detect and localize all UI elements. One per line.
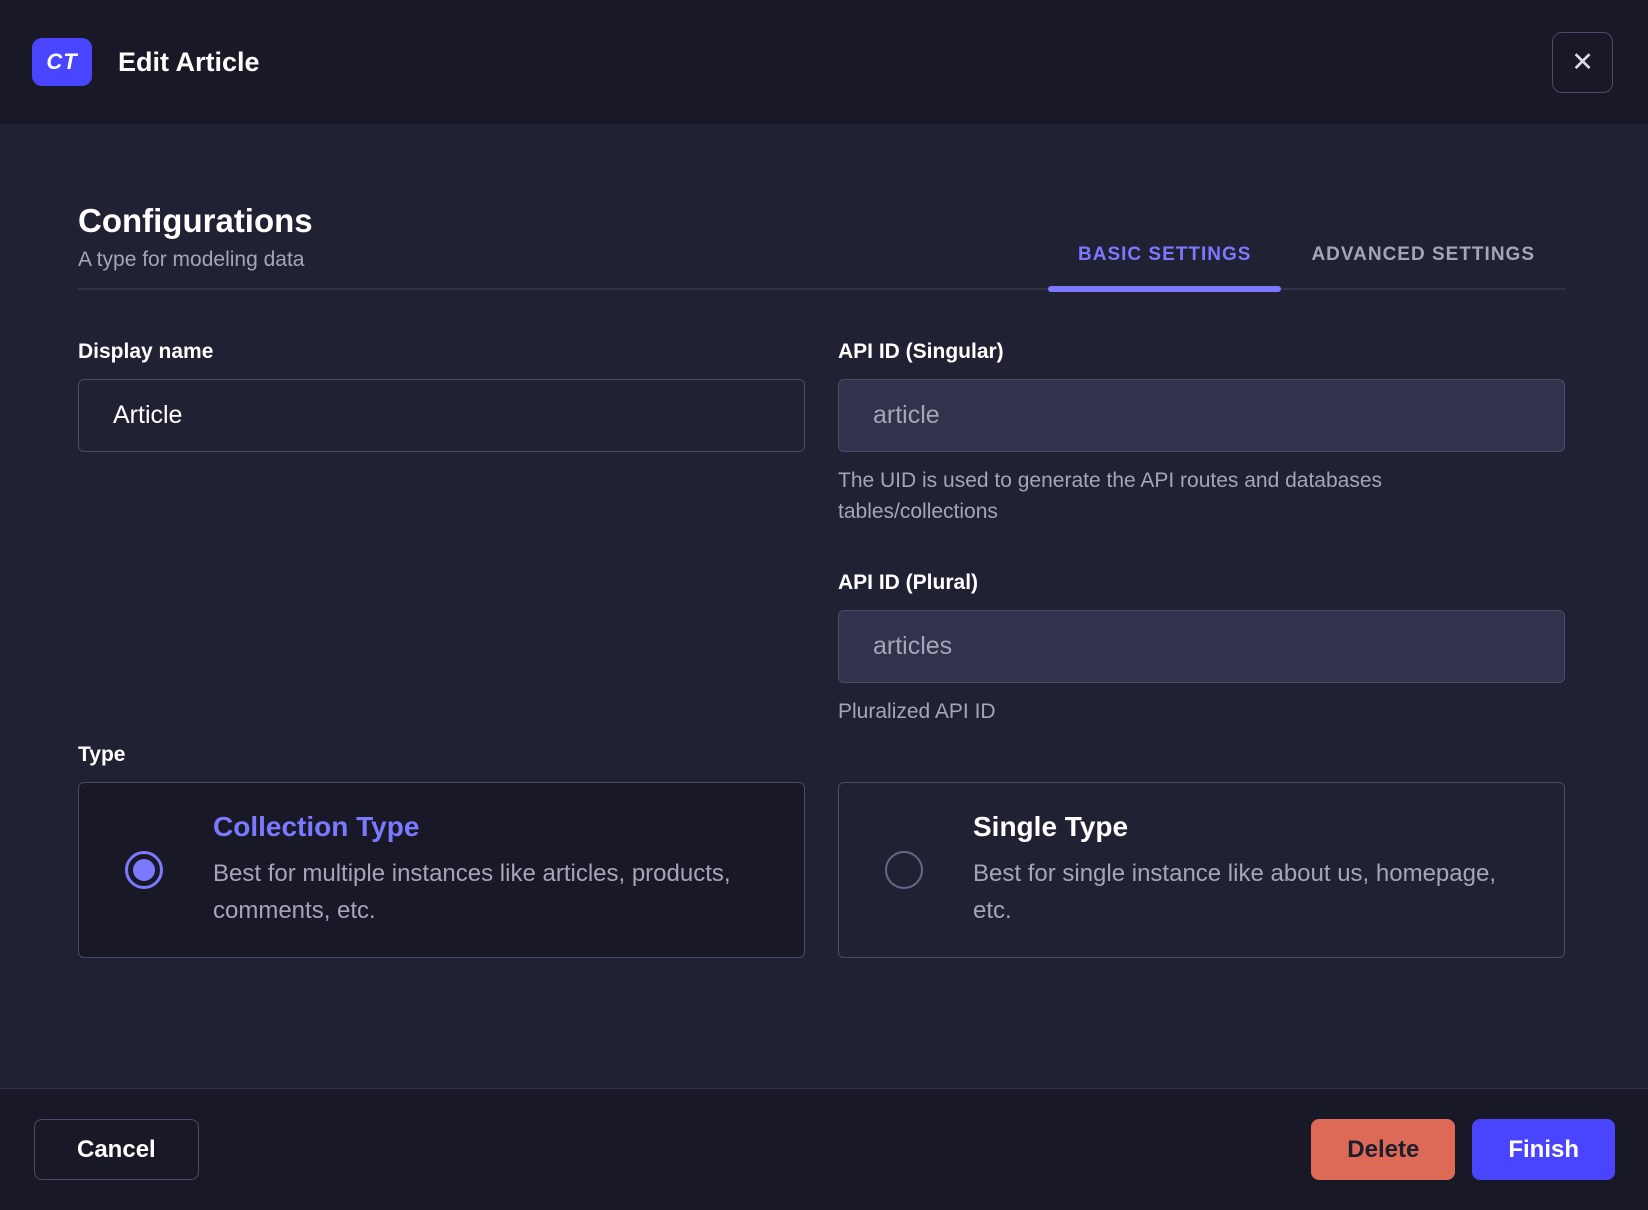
collection-type-radio[interactable] [125,851,163,889]
single-type-radio[interactable] [885,851,923,889]
type-section: Type Collection Type Best for multiple i… [78,743,1565,958]
collection-type-description: Best for multiple instances like article… [213,860,731,924]
collection-type-title: Collection Type [213,811,420,842]
api-id-plural-field: API ID (Plural) Pluralized API ID [838,571,1565,727]
content-type-badge-icon: CT [32,38,92,86]
section-subtitle: A type for modeling data [78,248,305,271]
settings-tabs: BASIC SETTINGS ADVANCED SETTINGS [1048,244,1565,292]
single-type-title: Single Type [973,811,1129,842]
collection-type-card[interactable]: Collection Type Best for multiple instan… [78,782,805,958]
right-column: API ID (Singular) The UID is used to gen… [838,340,1565,727]
close-button[interactable]: ✕ [1552,31,1613,93]
single-type-card[interactable]: Single Type Best for single instance lik… [838,782,1565,958]
api-id-plural-label: API ID (Plural) [838,571,979,594]
modal-body: Configurations A type for modeling data … [0,124,1648,1088]
api-id-singular-field: API ID (Singular) The UID is used to gen… [838,340,1565,527]
edit-content-type-modal: CT Edit Article ✕ Configurations A type … [0,0,1648,1210]
api-id-singular-input [838,379,1565,452]
display-name-label: Display name [78,340,214,363]
tab-basic-settings[interactable]: BASIC SETTINGS [1048,244,1282,292]
delete-button[interactable]: Delete [1311,1119,1456,1180]
collection-type-text: Collection Type Best for multiple instan… [213,811,758,929]
configuration-form: Display name API ID (Singular) The UID i… [78,340,1565,727]
single-type-text: Single Type Best for single instance lik… [973,811,1518,929]
tab-advanced-settings[interactable]: ADVANCED SETTINGS [1281,244,1565,288]
modal-header: CT Edit Article ✕ [0,0,1648,124]
left-column: Display name [78,340,805,727]
modal-title: Edit Article [118,46,260,77]
api-id-singular-hint: The UID is used to generate the API rout… [838,469,1383,523]
api-id-plural-hint: Pluralized API ID [838,700,996,723]
close-icon: ✕ [1571,46,1594,77]
type-cards: Collection Type Best for multiple instan… [78,782,1565,958]
modal-footer: Cancel Delete Finish [0,1088,1648,1210]
section-titles: Configurations A type for modeling data [78,202,313,288]
radio-dot-icon [133,859,155,881]
api-id-plural-input [838,610,1565,683]
api-id-singular-label: API ID (Singular) [838,340,1004,363]
type-label: Type [78,743,126,766]
section-title: Configurations [78,202,313,239]
display-name-input[interactable] [78,379,805,452]
section-head-row: Configurations A type for modeling data … [78,202,1565,292]
single-type-description: Best for single instance like about us, … [973,860,1496,924]
finish-button[interactable]: Finish [1472,1119,1615,1180]
cancel-button[interactable]: Cancel [34,1119,199,1180]
